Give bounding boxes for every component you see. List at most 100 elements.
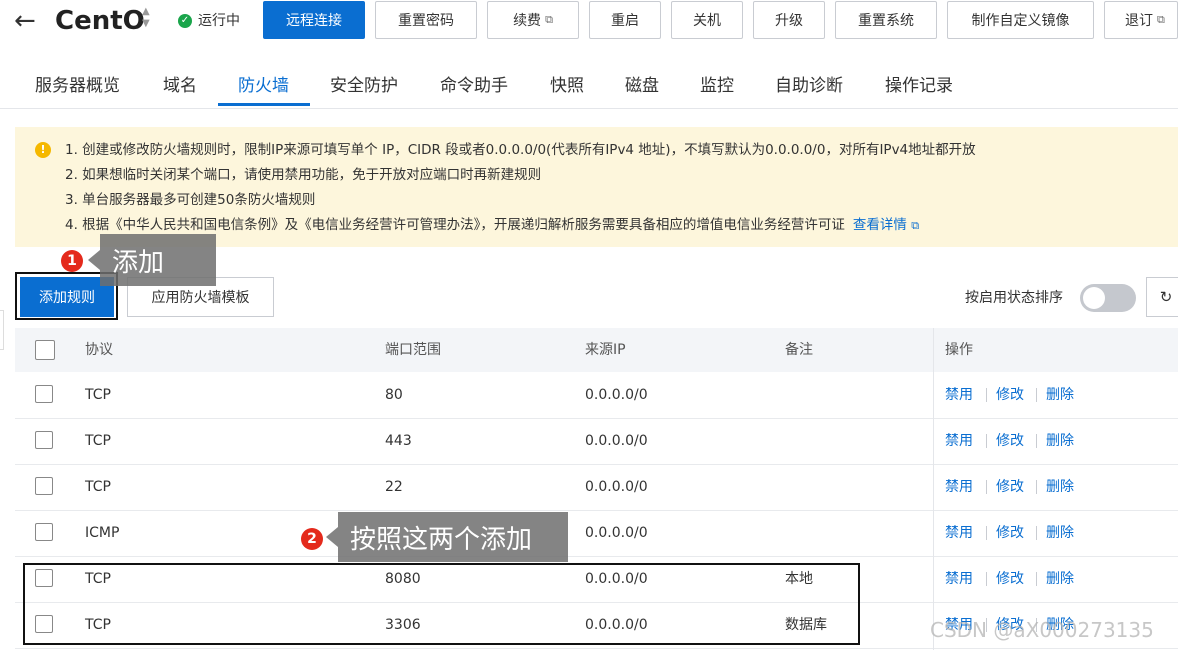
delete-link[interactable]: 删除 <box>1046 386 1074 404</box>
row-checkbox[interactable] <box>35 477 53 495</box>
cell-port: 22 <box>385 479 403 495</box>
back-arrow-icon[interactable]: ← <box>14 6 44 36</box>
col-operations: 操作 <box>945 342 973 358</box>
left-edge-handle <box>0 310 4 350</box>
edit-link[interactable]: 修改 <box>996 478 1024 496</box>
cell-protocol: TCP <box>85 479 111 495</box>
unsubscribe-button[interactable]: 退订 ⧉ <box>1104 1 1178 39</box>
tab-domain[interactable]: 域名 <box>163 74 197 98</box>
tab-disk[interactable]: 磁盘 <box>625 74 659 98</box>
edit-link[interactable]: 修改 <box>996 570 1024 588</box>
reset-system-button[interactable]: 重置系统 <box>835 1 937 39</box>
op-separator <box>986 572 987 586</box>
tab-operation-log[interactable]: 操作记录 <box>885 74 953 98</box>
tab-command-assistant[interactable]: 命令助手 <box>440 74 508 98</box>
disable-link[interactable]: 禁用 <box>945 478 973 496</box>
sort-caret-icon[interactable]: ▲ ▼ <box>142 6 154 30</box>
step-badge-2: 2 <box>301 528 323 550</box>
new-rules-highlight <box>23 563 860 645</box>
reset-password-button[interactable]: 重置密码 <box>375 1 477 39</box>
op-separator <box>986 434 987 448</box>
op-separator <box>986 526 987 540</box>
edit-link[interactable]: 修改 <box>996 432 1024 450</box>
delete-link[interactable]: 删除 <box>1046 570 1074 588</box>
op-separator <box>1036 526 1037 540</box>
cell-port: 80 <box>385 387 403 403</box>
cell-port: 443 <box>385 433 412 449</box>
view-details-link[interactable]: 查看详情 ⧉ <box>853 217 919 233</box>
instance-name: CentO <box>55 6 145 36</box>
cell-source-ip: 0.0.0.0/0 <box>585 479 648 495</box>
cell-protocol: ICMP <box>85 525 120 541</box>
disable-link[interactable]: 禁用 <box>945 570 973 588</box>
row-checkbox[interactable] <box>35 523 53 541</box>
op-separator <box>1036 434 1037 448</box>
cell-source-ip: 0.0.0.0/0 <box>585 387 648 403</box>
select-all-checkbox[interactable] <box>35 340 55 360</box>
col-source-ip: 来源IP <box>585 342 626 358</box>
create-custom-image-button[interactable]: 制作自定义镜像 <box>947 1 1094 39</box>
operations-column-divider <box>933 328 934 650</box>
tab-server-overview[interactable]: 服务器概览 <box>35 74 120 98</box>
callout-pointer <box>326 527 338 547</box>
edit-link[interactable]: 修改 <box>996 386 1024 404</box>
cell-source-ip: 0.0.0.0/0 <box>585 525 648 541</box>
tab-firewall[interactable]: 防火墙 <box>238 74 289 98</box>
renew-button[interactable]: 续费 ⧉ <box>487 1 579 39</box>
sort-by-status-toggle[interactable] <box>1080 284 1136 312</box>
op-separator <box>1036 480 1037 494</box>
disable-link[interactable]: 禁用 <box>945 386 973 404</box>
table-row: TCP 80 0.0.0.0/0 禁用 修改 删除 <box>15 372 1178 419</box>
callout-add-these-two: 按照这两个添加 <box>338 512 568 562</box>
table-row: TCP 443 0.0.0.0/0 禁用 修改 删除 <box>15 418 1178 465</box>
external-link-icon: ⧉ <box>1157 13 1165 26</box>
op-separator <box>986 388 987 402</box>
cell-protocol: TCP <box>85 433 111 449</box>
table-header: 协议 端口范围 来源IP 备注 操作 <box>15 328 1178 372</box>
upgrade-button[interactable]: 升级 <box>753 1 825 39</box>
refresh-icon: ↻ <box>1159 288 1173 306</box>
row-checkbox[interactable] <box>35 431 53 449</box>
tab-bar: 服务器概览 域名 防火墙 安全防护 命令助手 快照 磁盘 监控 自助诊断 操作记… <box>0 60 1178 109</box>
remote-connect-button[interactable]: 远程连接 <box>263 1 365 39</box>
tab-security[interactable]: 安全防护 <box>330 74 398 98</box>
external-link-icon: ⧉ <box>545 13 553 26</box>
running-check-icon: ✓ <box>178 14 192 28</box>
active-tab-indicator <box>218 103 310 106</box>
warning-icon: ! <box>35 142 51 158</box>
table-row: TCP 22 0.0.0.0/0 禁用 修改 删除 <box>15 464 1178 511</box>
col-protocol: 协议 <box>85 342 113 358</box>
reboot-button[interactable]: 重启 <box>589 1 661 39</box>
external-link-icon: ⧉ <box>911 219 920 232</box>
op-separator <box>986 480 987 494</box>
notice-line: 1. 创建或修改防火墙规则时，限制IP来源可填写单个 IP，CIDR 段或者0.… <box>65 142 976 158</box>
row-checkbox[interactable] <box>35 385 53 403</box>
instance-status: ✓ 运行中 <box>178 11 240 31</box>
notice-banner: ! 1. 创建或修改防火墙规则时，限制IP来源可填写单个 IP，CIDR 段或者… <box>15 127 1178 247</box>
cell-source-ip: 0.0.0.0/0 <box>585 433 648 449</box>
delete-link[interactable]: 删除 <box>1046 478 1074 496</box>
delete-link[interactable]: 删除 <box>1046 432 1074 450</box>
table-row: ICMP 0.0.0.0/0 禁用 修改 删除 <box>15 510 1178 557</box>
tab-self-diagnosis[interactable]: 自助诊断 <box>775 74 843 98</box>
callout-add: 添加 <box>100 234 216 286</box>
notice-line: 4. 根据《中华人民共和国电信条例》及《电信业务经营许可管理办法》，开展递归解析… <box>65 215 919 236</box>
disable-link[interactable]: 禁用 <box>945 524 973 542</box>
notice-line-text: 4. 根据《中华人民共和国电信条例》及《电信业务经营许可管理办法》，开展递归解析… <box>65 217 845 233</box>
tab-snapshot[interactable]: 快照 <box>550 74 584 98</box>
delete-link[interactable]: 删除 <box>1046 524 1074 542</box>
refresh-button[interactable]: ↻ <box>1146 277 1178 317</box>
shutdown-button[interactable]: 关机 <box>671 1 743 39</box>
col-port-range: 端口范围 <box>385 342 441 358</box>
status-text: 运行中 <box>198 13 240 29</box>
disable-link[interactable]: 禁用 <box>945 432 973 450</box>
col-remark: 备注 <box>785 342 813 358</box>
watermark: CSDN @aX000273135 <box>930 618 1154 642</box>
op-separator <box>1036 388 1037 402</box>
notice-line: 3. 单台服务器最多可创建50条防火墙规则 <box>65 192 316 208</box>
cell-protocol: TCP <box>85 387 111 403</box>
edit-link[interactable]: 修改 <box>996 524 1024 542</box>
tab-monitor[interactable]: 监控 <box>700 74 734 98</box>
notice-line: 2. 如果想临时关闭某个端口，请使用禁用功能，免于开放对应端口时再新建规则 <box>65 167 542 183</box>
sort-by-status-label: 按启用状态排序 <box>965 290 1063 306</box>
